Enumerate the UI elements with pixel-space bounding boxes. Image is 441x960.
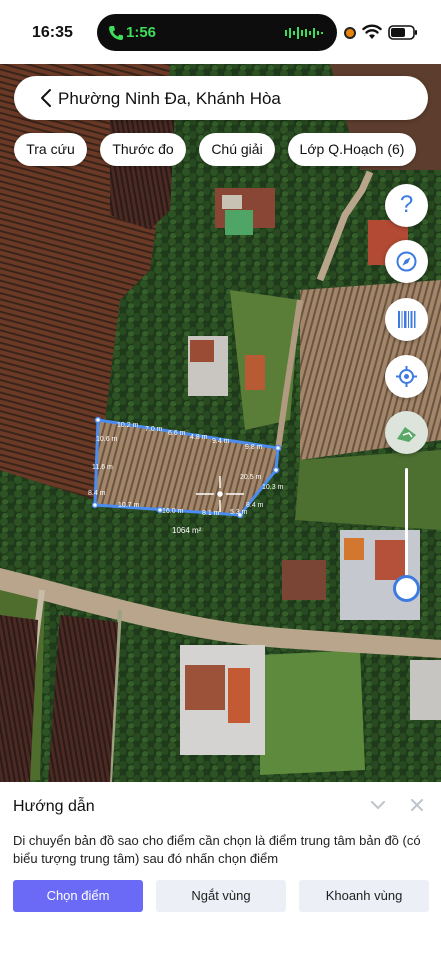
satellite-imagery [0,64,441,782]
parcel-edge-length: 5.3 m [230,509,248,516]
choose-point-button[interactable]: Chọn điểm [13,880,143,912]
guide-description: Di chuyển bản đồ sao cho điểm cần chọn l… [13,833,421,866]
parcel-area-label: 1064 m² [172,526,202,535]
map-view[interactable]: 10.2 m 7.0 m 6.6 m 4.8 m 9.4 m 9.8 m 20.… [0,64,441,782]
enclose-zone-button[interactable]: Khoanh vùng [299,880,429,912]
parcel-edge-length: 8.4 m [246,502,264,509]
compass-icon [396,251,417,272]
parcel-edge-length: 7.0 m [145,426,163,433]
chip-lookup[interactable]: Tra cứu [14,133,87,166]
locate-button[interactable] [385,355,428,398]
call-timer: 1:56 [126,24,157,41]
status-bar: 16:35 1:56 [0,0,441,64]
parcel-edge-length: 4.8 m [190,434,208,441]
parcel-edge-length: 16.0 m [162,508,184,515]
wifi-icon [362,24,382,39]
help-icon: ? [399,191,414,218]
location-search-bar[interactable]: Phường Ninh Đa, Khánh Hòa [14,76,428,120]
parcel-edge-length: 10.3 m [262,484,284,491]
chip-planning-layers[interactable]: Lớp Q.Hoạch (6) [288,133,416,166]
parcel-edge-length: 11.6 m [92,464,113,471]
barcode-icon [398,311,416,328]
chip-ruler[interactable]: Thước đo [100,133,186,166]
split-zone-button[interactable]: Ngắt vùng [156,880,286,912]
recording-dot-icon [344,27,356,39]
parcel-edge-length: 9.4 m [212,438,230,445]
location-name[interactable]: Phường Ninh Đa, Khánh Hòa [58,89,281,109]
parcel-edge-length: 10.6 m [96,436,118,443]
sheet-title: Hướng dẫn [13,798,95,815]
parcel-edge-length: 8.1 m [202,510,220,517]
parcel-edge-length: 9.8 m [245,444,263,451]
locate-icon [396,366,417,387]
barcode-button[interactable] [385,298,428,341]
status-time: 16:35 [32,24,73,41]
chevron-left-icon[interactable] [38,88,54,108]
compass-button[interactable] [385,240,428,283]
close-icon[interactable] [410,798,424,812]
opacity-slider-handle[interactable] [393,575,420,602]
chip-legend[interactable]: Chú giải [199,133,275,166]
help-button[interactable]: ? [385,184,428,227]
layers-button[interactable] [385,411,428,454]
parcel-edge-length: 20.5 m [240,474,262,481]
parcel-edge-length: 6.6 m [168,430,186,437]
parcel-edge-length: 8.4 m [88,490,106,497]
guide-sheet: Hướng dẫn Di chuyển bản đồ sao cho điểm … [0,782,441,960]
waveform-icon [285,27,323,39]
phone-icon [109,26,123,40]
battery-icon [388,25,417,40]
parcel-edge-length: 10.2 m [117,422,139,429]
opacity-slider-track[interactable] [405,468,408,588]
chevron-down-icon[interactable] [370,799,386,811]
parcel-edge-length: 10.7 m [118,502,140,509]
layers-icon [397,427,416,442]
